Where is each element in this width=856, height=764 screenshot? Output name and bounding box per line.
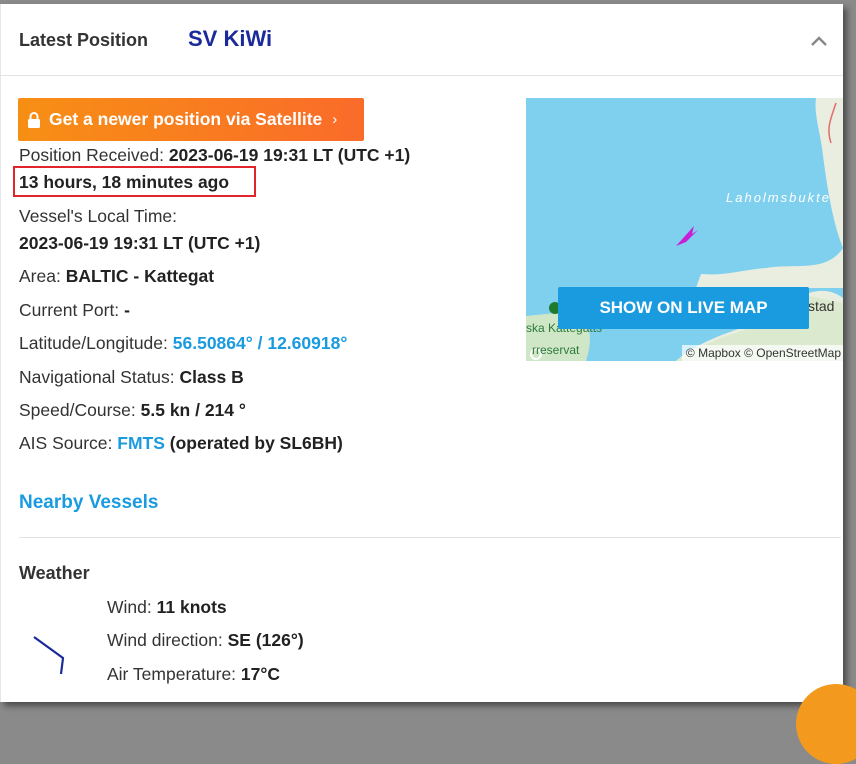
wind-direction-label: Wind direction: bbox=[107, 630, 223, 650]
lat-lon-link[interactable]: 56.50864° / 12.60918° bbox=[173, 333, 348, 353]
lat-lon-label: Latitude/Longitude: bbox=[19, 333, 168, 353]
current-port-label: Current Port: bbox=[19, 300, 120, 320]
nav-status-label: Navigational Status: bbox=[19, 367, 175, 387]
chevron-up-icon[interactable] bbox=[809, 34, 829, 48]
show-on-live-map-button[interactable]: SHOW ON LIVE MAP bbox=[558, 287, 809, 329]
position-map[interactable]: Laholmsbukte stad ska Kattegatts rreserv… bbox=[526, 98, 843, 361]
speed-course-row: Speed/Course: 5.5 kn / 214 ° bbox=[19, 400, 246, 421]
area-row: Area: BALTIC - Kattegat bbox=[19, 266, 214, 287]
card-header[interactable]: Latest Position SV KiWi bbox=[1, 4, 843, 76]
position-age: 13 hours, 18 minutes ago bbox=[19, 172, 230, 192]
ais-source-operator: (operated by SL6BH) bbox=[169, 433, 343, 453]
speed-course-value: 5.5 kn / 214 ° bbox=[140, 400, 246, 420]
map-label-reserve-2: rreservat bbox=[532, 343, 580, 357]
wind-value: 11 knots bbox=[156, 597, 227, 617]
ais-source-link[interactable]: FMTS bbox=[117, 433, 165, 453]
satellite-button-label: Get a newer position via Satellite bbox=[49, 109, 323, 129]
map-label-place: stad bbox=[808, 298, 835, 314]
chevron-right-icon: › bbox=[332, 111, 338, 128]
wind-direction-row: Wind direction: SE (126°) bbox=[107, 630, 304, 651]
area-value: BALTIC - Kattegat bbox=[65, 266, 215, 286]
wind-direction-arrow-icon bbox=[33, 636, 65, 675]
card-title: Latest Position bbox=[19, 30, 149, 50]
current-port-value: - bbox=[124, 300, 130, 320]
map-label-bay: Laholmsbukte bbox=[726, 190, 831, 205]
local-time-row: 2023-06-19 19:31 LT (UTC +1) bbox=[19, 233, 260, 254]
map-attribution[interactable]: © Mapbox © OpenStreetMap bbox=[681, 345, 843, 361]
section-divider bbox=[19, 537, 841, 538]
local-time-label: Vessel's Local Time: bbox=[19, 206, 177, 226]
nearby-vessels-link[interactable]: Nearby Vessels bbox=[19, 492, 158, 514]
nav-status-value: Class B bbox=[179, 367, 244, 387]
nav-status-row: Navigational Status: Class B bbox=[19, 367, 244, 388]
ais-source-row: AIS Source: FMTS (operated by SL6BH) bbox=[19, 433, 343, 454]
area-label: Area: bbox=[19, 266, 61, 286]
position-age-row: 13 hours, 18 minutes ago bbox=[19, 172, 229, 193]
lock-icon bbox=[28, 111, 40, 128]
position-received-label: Position Received: bbox=[19, 145, 164, 165]
current-port-row: Current Port: - bbox=[19, 300, 130, 321]
satellite-position-button[interactable]: Get a newer position via Satellite › bbox=[18, 98, 364, 141]
vessel-name: SV KiWi bbox=[188, 26, 273, 51]
lat-lon-row: Latitude/Longitude: 56.50864° / 12.60918… bbox=[19, 333, 347, 354]
weather-heading: Weather bbox=[19, 563, 90, 583]
position-received-row: Position Received: 2023-06-19 19:31 LT (… bbox=[19, 145, 410, 166]
air-temperature-label: Air Temperature: bbox=[107, 664, 237, 684]
wind-label: Wind: bbox=[107, 597, 152, 617]
speed-course-label: Speed/Course: bbox=[19, 400, 136, 420]
position-received-value: 2023-06-19 19:31 LT (UTC +1) bbox=[168, 145, 411, 165]
ais-source-label: AIS Source: bbox=[19, 433, 113, 453]
air-temperature-row: Air Temperature: 17°C bbox=[107, 664, 280, 685]
local-time-value: 2023-06-19 19:31 LT (UTC +1) bbox=[19, 233, 261, 253]
wind-row: Wind: 11 knots bbox=[107, 597, 227, 618]
latest-position-card: Latest Position SV KiWi Get a newer posi… bbox=[0, 4, 843, 702]
wind-direction-value: SE (126°) bbox=[227, 630, 304, 650]
air-temperature-value: 17°C bbox=[240, 664, 281, 684]
